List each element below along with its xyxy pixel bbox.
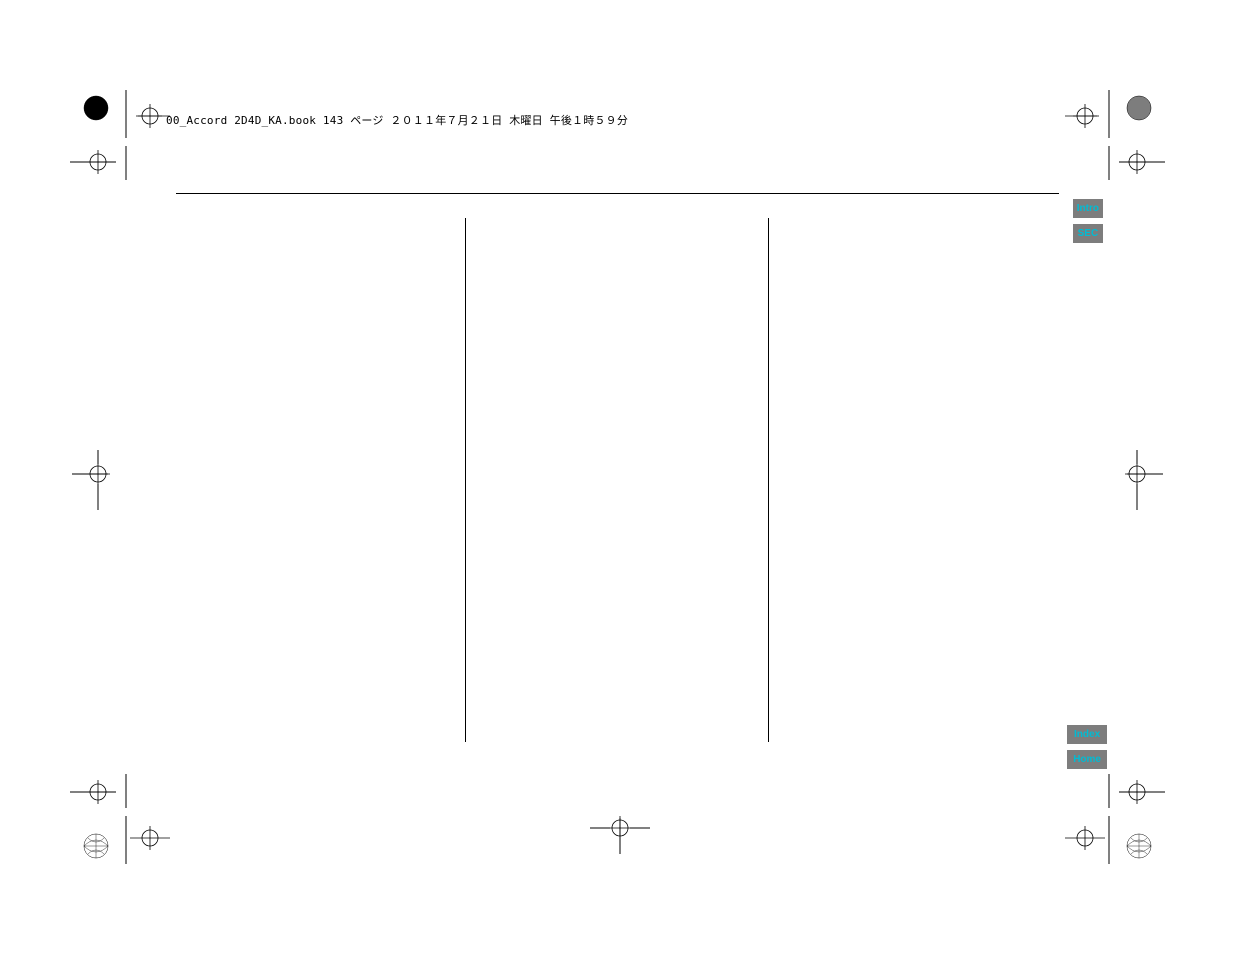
registration-mark-top-right xyxy=(1065,90,1165,180)
nav-home-button[interactable]: Home xyxy=(1067,750,1107,769)
nav-column-top: Intro SEC xyxy=(1073,199,1103,243)
column-divider xyxy=(465,218,466,742)
registration-mark-left-mid xyxy=(72,450,122,510)
nav-index-button[interactable]: Index xyxy=(1067,725,1107,744)
column-divider xyxy=(768,218,769,742)
registration-mark-bottom-left xyxy=(70,774,170,864)
nav-intro-button[interactable]: Intro xyxy=(1073,199,1103,218)
nav-column-bottom: Index Home xyxy=(1067,725,1107,769)
registration-mark-right-mid xyxy=(1113,450,1163,510)
nav-sec-button[interactable]: SEC xyxy=(1073,224,1103,243)
header-metadata: 00_Accord 2D4D_KA.book 143 ページ ２０１１年７月２１… xyxy=(166,112,628,128)
content-top-border xyxy=(176,193,1059,194)
registration-mark-top-left xyxy=(70,90,170,180)
registration-mark-bottom-right xyxy=(1065,774,1165,864)
registration-mark-bottom-mid xyxy=(590,804,650,854)
page-root: 00_Accord 2D4D_KA.book 143 ページ ２０１１年７月２１… xyxy=(0,0,1235,954)
